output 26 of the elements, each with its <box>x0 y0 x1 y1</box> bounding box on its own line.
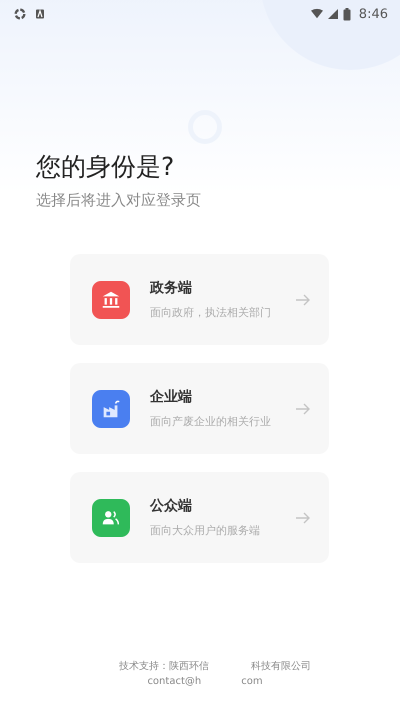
footer-text: 技术支持：陕西环信 <box>119 660 209 673</box>
role-icon <box>92 498 130 536</box>
footer-text: com <box>241 676 263 687</box>
arrow-right-icon <box>295 294 311 306</box>
role-card[interactable]: 企业端 面向产废企业的相关行业 <box>70 363 329 454</box>
role-card[interactable]: 政务端 面向政府，执法相关部门 <box>70 254 329 345</box>
arrow-right-icon <box>295 402 311 414</box>
role-title: 企业端 <box>150 388 193 406</box>
signal-icon <box>326 8 339 20</box>
arrow-right-icon <box>295 512 311 524</box>
status-time: 8:46 <box>358 6 388 22</box>
role-icon <box>92 280 130 318</box>
footer-text: contact@h <box>147 676 202 687</box>
page-subtitle: 选择后将进入对应登录页 <box>36 191 202 210</box>
role-title: 政务端 <box>150 279 193 297</box>
role-description: 面向政府，执法相关部门 <box>150 305 272 320</box>
role-icon <box>92 390 130 428</box>
role-card[interactable]: 公众端 面向大众用户的服务端 <box>70 472 329 563</box>
role-description: 面向大众用户的服务端 <box>150 523 261 538</box>
sync-icon <box>14 8 26 20</box>
role-description: 面向产废企业的相关行业 <box>150 414 272 429</box>
footer-text: 科技有限公司 <box>251 660 311 673</box>
app-icon <box>34 8 46 20</box>
page-title: 您的身份是? <box>36 151 176 183</box>
wifi-icon <box>310 8 323 20</box>
role-title: 公众端 <box>150 497 193 515</box>
